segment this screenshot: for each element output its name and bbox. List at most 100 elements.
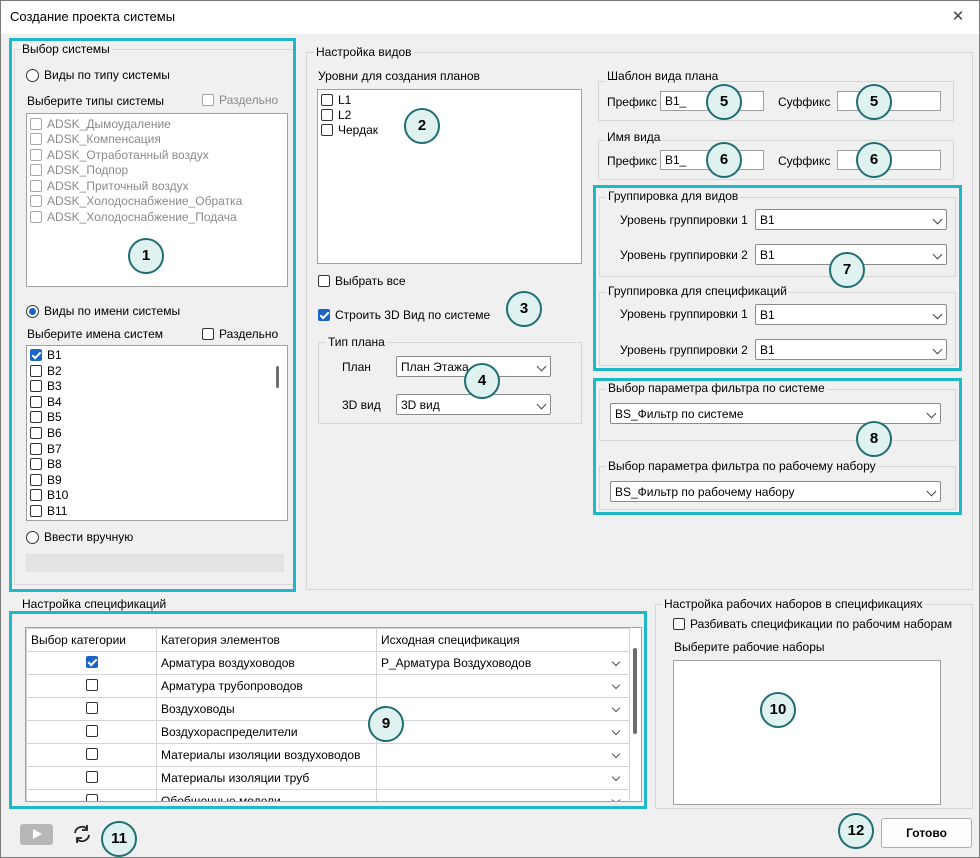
row-checkbox[interactable] [85,747,98,760]
row-checkbox-cell[interactable] [26,674,157,698]
list-item[interactable]: B10 [30,487,68,503]
list-item[interactable]: B5 [30,409,62,425]
list-item[interactable]: B4 [30,394,62,410]
build-3d-checkbox[interactable]: Строить 3D Вид по системе [318,307,490,323]
levels-list[interactable]: L1 L2 Чердак [317,89,582,264]
type-separate-checkbox[interactable]: Раздельно [202,92,278,108]
select-all-checkbox[interactable]: Выбрать все [318,273,406,289]
row-checkbox[interactable] [85,701,98,714]
gv-level1-select[interactable]: B1 [755,209,947,230]
build-3d-box[interactable] [318,309,330,321]
radio-manual-button[interactable] [26,530,39,544]
radio-by-type-button[interactable] [26,68,39,82]
select-all-box[interactable] [318,275,330,287]
row-checkbox-cell[interactable] [26,743,157,767]
list-item-box[interactable] [30,180,42,192]
gs-level2-select[interactable]: B1 [755,339,947,360]
row-checkbox-cell[interactable] [26,651,157,675]
manual-input[interactable] [26,554,284,572]
row-checkbox[interactable] [85,770,98,783]
list-item[interactable]: B7 [30,441,62,457]
radio-by-name-button[interactable] [26,304,39,318]
list-item[interactable]: Чердак [321,122,378,138]
list-item-box[interactable] [30,411,42,423]
name-separate-checkbox[interactable]: Раздельно [202,326,278,342]
list-item-box[interactable] [30,489,42,501]
row-spec-select[interactable] [381,722,625,743]
radio-by-type[interactable]: Виды по типу системы [26,67,170,83]
scrollbar-thumb[interactable] [276,366,279,388]
worksets-list[interactable] [673,660,941,805]
list-item[interactable]: B1 [30,347,62,363]
play-button[interactable] [20,824,53,845]
row-spec-select[interactable] [381,768,625,789]
row-checkbox-cell[interactable] [26,766,157,790]
row-spec-select[interactable] [381,699,625,720]
table-row[interactable]: Обобщенные модели [26,789,630,801]
list-item-box[interactable] [30,505,42,517]
system-name-list[interactable]: B1 B2 B3 B4 B5 B6 B7 B8 B9 B10 B11 [26,345,288,521]
list-item[interactable]: B6 [30,425,62,441]
row-spec-select[interactable]: P_Арматура Воздуховодов [381,653,625,674]
row-checkbox[interactable] [85,724,98,737]
list-item-box[interactable] [321,124,333,136]
row-checkbox[interactable] [85,678,98,691]
list-item-box[interactable] [30,365,42,377]
name-separate-box[interactable] [202,328,214,340]
table-row[interactable]: Воздуховоды [26,697,630,721]
list-item-box[interactable] [30,474,42,486]
table-row[interactable]: Арматура воздуховодов P_Арматура Воздухо… [26,651,630,675]
list-item-box[interactable] [30,458,42,470]
row-checkbox-cell[interactable] [26,789,157,801]
list-item[interactable]: B8 [30,456,62,472]
table-row[interactable]: Материалы изоляции воздуховодов [26,743,630,767]
list-item[interactable]: ADSK_Холодоснабжение_Подача [30,209,237,225]
list-item[interactable]: ADSK_Дымоудаление [30,116,171,132]
split-worksets-checkbox[interactable]: Разбивать спецификации по рабочим набора… [673,616,952,632]
column-header[interactable]: Исходная спецификация [376,628,630,652]
list-item-box[interactable] [321,94,333,106]
row-spec-cell[interactable] [376,766,630,790]
row-spec-select[interactable] [381,745,625,766]
filter-system-select[interactable]: BS_Фильтр по системе [610,403,941,424]
list-item[interactable]: ADSK_Приточный воздух [30,178,189,194]
column-header[interactable]: Категория элементов [156,628,377,652]
list-item[interactable]: L1 [321,92,351,108]
list-item-box[interactable] [321,109,333,121]
split-worksets-box[interactable] [673,618,685,630]
list-item[interactable]: B11 [30,503,67,519]
radio-by-name[interactable]: Виды по имени системы [26,303,180,319]
table-row[interactable]: Воздухораспределители [26,720,630,744]
list-item-box[interactable] [30,211,42,223]
list-item[interactable]: ADSK_Холодоснабжение_Обратка [30,193,242,209]
list-item-box[interactable] [30,396,42,408]
radio-manual[interactable]: Ввести вручную [26,529,133,545]
list-item[interactable]: B3 [30,378,62,394]
table-row[interactable]: Материалы изоляции труб [26,766,630,790]
row-spec-cell[interactable] [376,697,630,721]
list-item-box[interactable] [30,380,42,392]
row-checkbox-cell[interactable] [26,720,157,744]
row-checkbox-cell[interactable] [26,697,157,721]
done-button[interactable]: Готово [881,818,972,848]
gs-level1-select[interactable]: B1 [755,304,947,325]
scrollbar-thumb[interactable] [633,648,637,734]
row-checkbox[interactable] [85,655,98,668]
filter-workset-select[interactable]: BS_Фильтр по рабочему набору [610,481,941,502]
column-header[interactable]: Выбор категории [26,628,157,652]
list-item-box[interactable] [30,427,42,439]
list-item-box[interactable] [30,164,42,176]
list-item-box[interactable] [30,149,42,161]
close-icon[interactable]: ✕ [946,6,970,28]
list-item[interactable]: B2 [30,363,62,379]
row-spec-cell[interactable] [376,720,630,744]
list-item-box[interactable] [30,349,42,361]
list-item[interactable]: L2 [321,107,351,123]
row-checkbox[interactable] [85,793,98,801]
row-spec-cell[interactable] [376,674,630,698]
row-spec-select[interactable] [381,676,625,697]
type-separate-box[interactable] [202,94,214,106]
list-item-box[interactable] [30,443,42,455]
list-item[interactable]: ADSK_Подпор [30,162,128,178]
row-spec-cell[interactable] [376,789,630,801]
